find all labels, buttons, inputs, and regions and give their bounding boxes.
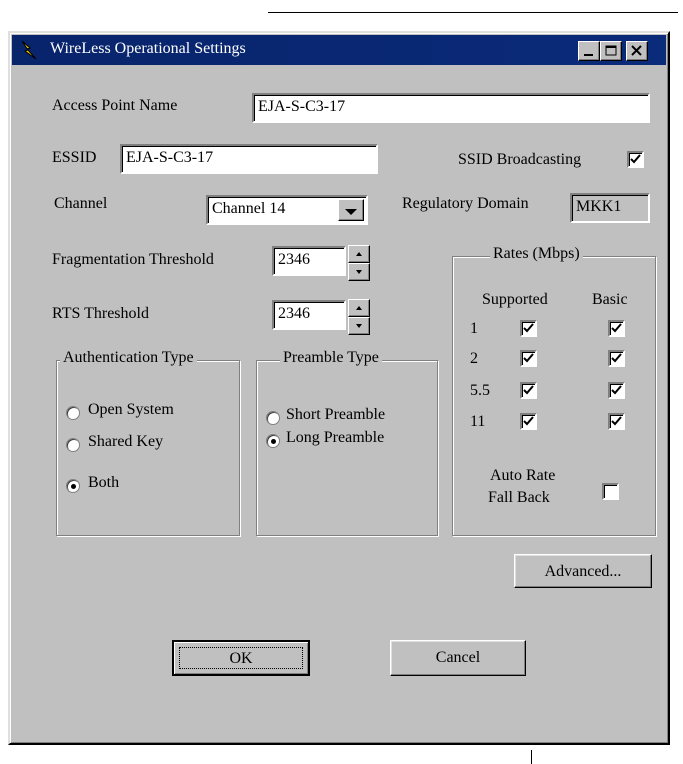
arrow-up-icon	[356, 252, 362, 256]
check-icon	[611, 416, 622, 426]
ssid-broadcasting-label: SSID Broadcasting	[458, 151, 582, 168]
lightning-icon	[21, 40, 37, 60]
check-icon	[523, 353, 534, 363]
radio-selected-dot	[271, 439, 276, 444]
spinner-down-button[interactable]	[348, 263, 370, 281]
rate-5-5-supported-checkbox[interactable]	[520, 382, 537, 399]
radio-open-system[interactable]	[66, 406, 80, 420]
check-icon	[523, 416, 534, 426]
spinner-down-button[interactable]	[348, 317, 370, 335]
bottom-divider-line	[531, 750, 532, 764]
rate-label-11: 11	[470, 413, 486, 430]
radio-long-preamble[interactable]	[266, 434, 280, 448]
check-icon	[611, 323, 622, 333]
check-icon	[630, 154, 641, 164]
radio-selected-dot	[71, 484, 76, 489]
preamble-type-group	[256, 360, 438, 536]
shared-key-label[interactable]: Shared Key	[88, 433, 163, 451]
rts-threshold-input[interactable]: 2346	[272, 300, 346, 330]
rate-1-supported-checkbox[interactable]	[520, 320, 537, 337]
check-icon	[611, 353, 622, 363]
fragmentation-threshold-label: Fragmentation Threshold	[52, 251, 214, 268]
rate-1-basic-checkbox[interactable]	[608, 320, 625, 337]
rate-2-basic-checkbox[interactable]	[608, 350, 625, 367]
check-icon	[611, 385, 622, 395]
channel-label: Channel	[54, 195, 108, 212]
preamble-type-title: Preamble Type	[280, 349, 382, 367]
short-preamble-label[interactable]: Short Preamble	[286, 406, 385, 424]
ssid-broadcasting-checkbox[interactable]	[627, 151, 644, 168]
rate-label-1: 1	[470, 320, 478, 337]
minimize-button[interactable]	[578, 41, 600, 61]
title-bar[interactable]: WireLess Operational Settings	[12, 35, 666, 65]
rate-11-supported-checkbox[interactable]	[520, 413, 537, 430]
rate-label-2: 2	[470, 350, 478, 367]
rts-threshold-spinner[interactable]	[348, 299, 370, 335]
access-point-name-label: Access Point Name	[52, 97, 178, 114]
fragmentation-threshold-spinner[interactable]	[348, 245, 370, 281]
essid-input[interactable]: EJA-S-C3-17	[120, 144, 378, 174]
dialog-window: WireLess Operational Settings Access Poi…	[8, 31, 670, 745]
rate-5-5-basic-checkbox[interactable]	[608, 382, 625, 399]
essid-label: ESSID	[52, 149, 97, 166]
arrow-up-icon	[356, 306, 362, 310]
top-divider-line	[268, 12, 678, 13]
channel-dropdown-button[interactable]	[338, 199, 364, 221]
check-icon	[523, 323, 534, 333]
rates-title: Rates (Mbps)	[490, 245, 583, 263]
close-icon	[631, 45, 642, 56]
maximize-icon	[605, 45, 617, 56]
close-button[interactable]	[626, 41, 648, 61]
rate-label-5-5: 5.5	[470, 382, 490, 399]
check-icon	[523, 385, 534, 395]
open-system-label[interactable]: Open System	[88, 401, 174, 419]
ok-button-label: OK	[179, 647, 303, 669]
ok-button[interactable]: OK	[172, 640, 310, 676]
basic-header: Basic	[592, 291, 628, 308]
channel-select[interactable]: Channel 14	[206, 195, 368, 225]
auto-rate-label-line2: Fall Back	[488, 489, 550, 506]
fragmentation-threshold-input[interactable]: 2346	[272, 246, 346, 276]
rts-threshold-label: RTS Threshold	[52, 305, 149, 322]
regulatory-domain-label: Regulatory Domain	[402, 195, 529, 212]
supported-header: Supported	[482, 291, 548, 308]
authentication-type-title: Authentication Type	[60, 349, 197, 367]
arrow-down-icon	[356, 270, 362, 274]
window-title: WireLess Operational Settings	[50, 40, 246, 57]
minimize-icon	[584, 54, 593, 56]
both-label[interactable]: Both	[88, 474, 119, 492]
rate-11-basic-checkbox[interactable]	[608, 413, 625, 430]
auto-rate-fallback-checkbox[interactable]	[602, 483, 619, 500]
radio-short-preamble[interactable]	[266, 411, 280, 425]
rate-2-supported-checkbox[interactable]	[520, 350, 537, 367]
access-point-name-input[interactable]: EJA-S-C3-17	[252, 93, 650, 123]
advanced-button[interactable]: Advanced...	[514, 554, 652, 588]
regulatory-domain-value: MKK1	[570, 193, 650, 223]
maximize-button[interactable]	[600, 41, 622, 61]
spinner-up-button[interactable]	[348, 299, 370, 317]
chevron-down-icon	[345, 209, 357, 215]
arrow-down-icon	[356, 324, 362, 328]
channel-selected-value: Channel 14	[212, 200, 286, 217]
spinner-up-button[interactable]	[348, 245, 370, 263]
long-preamble-label[interactable]: Long Preamble	[286, 429, 384, 447]
auto-rate-label-line1: Auto Rate	[490, 467, 556, 484]
radio-shared-key[interactable]	[66, 438, 80, 452]
radio-both[interactable]	[66, 479, 80, 493]
cancel-button[interactable]: Cancel	[390, 640, 526, 676]
